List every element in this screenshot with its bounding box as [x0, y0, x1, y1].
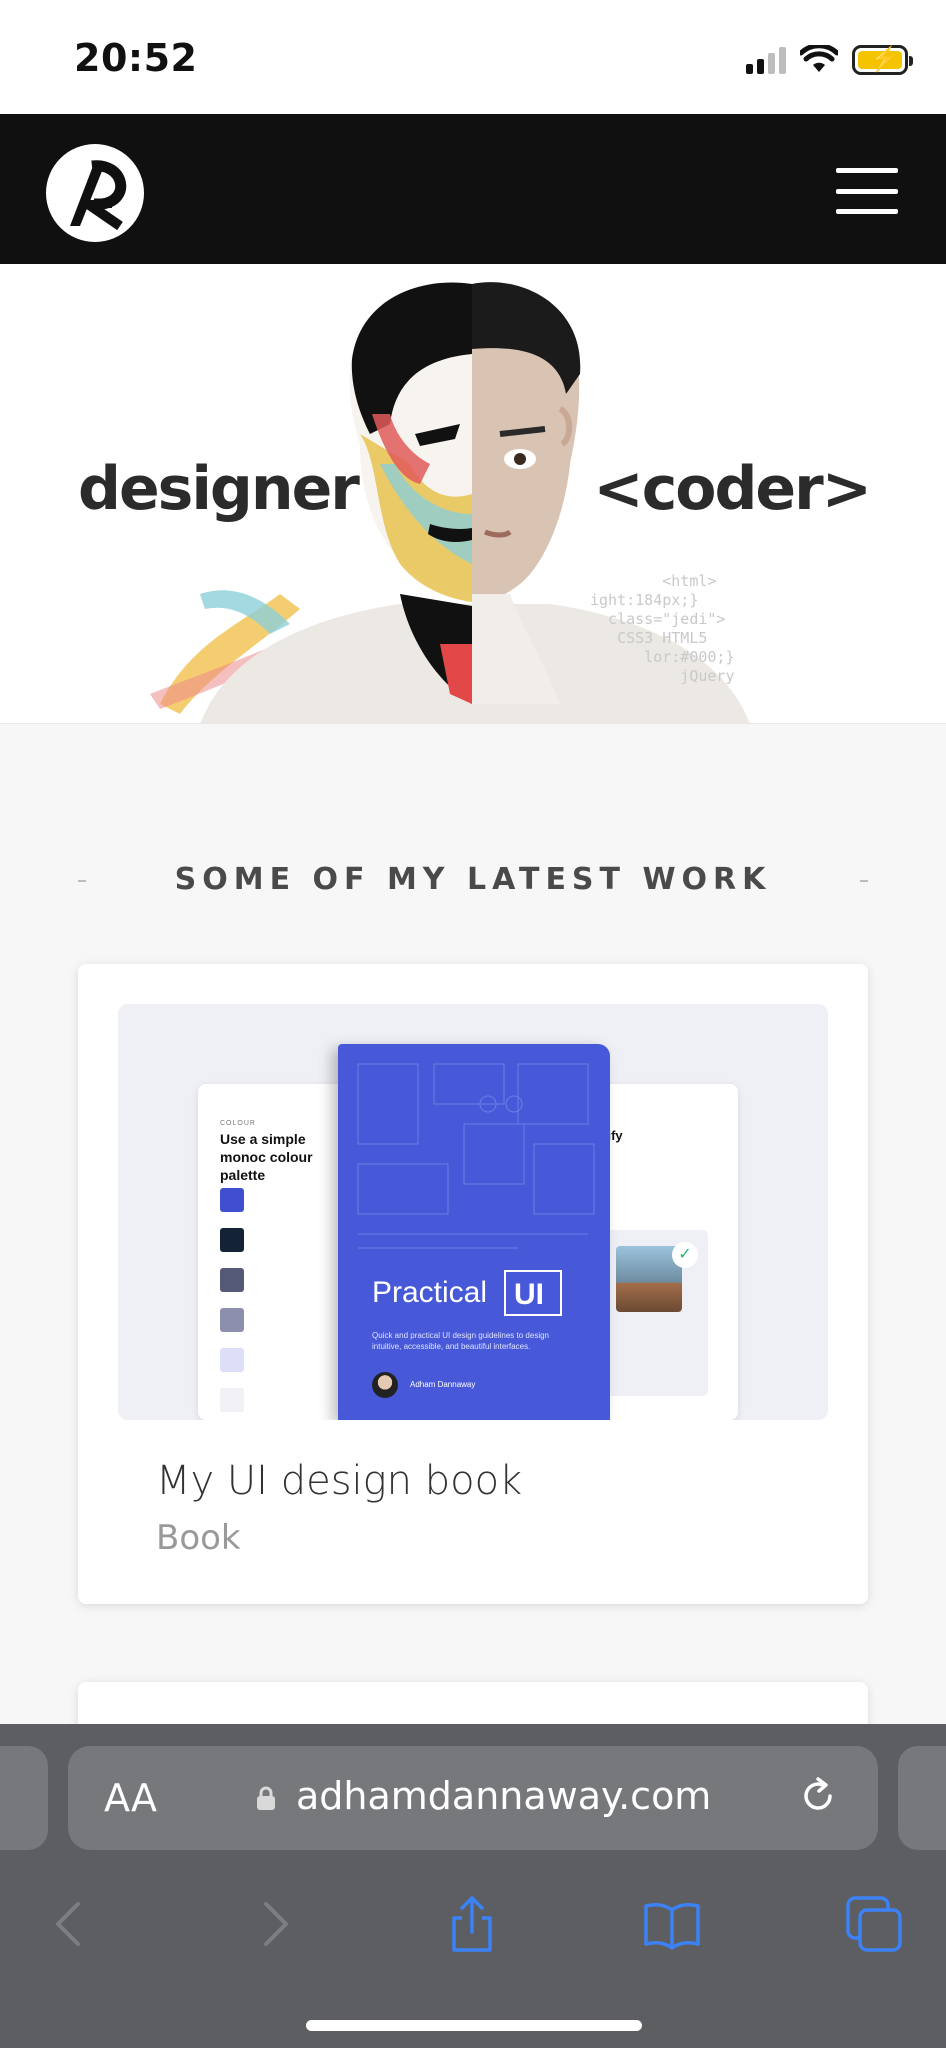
site-header	[0, 114, 946, 264]
chevron-left-icon[interactable]	[40, 1894, 100, 1954]
check-badge-icon: ✓	[672, 1242, 698, 1268]
tabs-icon[interactable]	[844, 1894, 904, 1954]
status-bar: 20:52 ⚡	[0, 0, 946, 114]
code-decoration: <html> ight:184px;} class="jedi"> CSS3 H…	[590, 572, 735, 685]
card-category: Book	[156, 1518, 241, 1558]
next-tab-preview[interactable]	[898, 1746, 946, 1850]
hero-coder-text: <coder>	[593, 454, 872, 524]
previous-tab-preview[interactable]	[0, 1746, 48, 1850]
wireframe-pattern	[357, 1063, 595, 1249]
address-bar[interactable]: AA adhamdannaway.com	[68, 1746, 878, 1850]
reload-icon[interactable]	[798, 1776, 838, 1816]
site-logo[interactable]	[46, 144, 144, 242]
book-title-practical: Practical	[372, 1276, 488, 1309]
swatch-3	[220, 1268, 244, 1292]
battery-charging-icon: ⚡	[852, 45, 913, 75]
swatch-1	[220, 1188, 244, 1212]
book-left-page: COLOUR Use a simple monoc colour palette	[198, 1084, 358, 1420]
swatch-4	[220, 1308, 244, 1332]
book-tagline: Quick and practical UI design guidelines…	[372, 1331, 549, 1351]
wifi-icon	[800, 45, 838, 72]
lock-icon	[257, 1786, 275, 1810]
text-size-label: AA	[104, 1776, 158, 1820]
book-title-ui-box: UI	[504, 1270, 562, 1316]
browser-toolbar: AA adhamdannaway.com	[0, 1724, 946, 2048]
swatch-5	[220, 1348, 244, 1372]
section-title: SOME OF MY LATEST WORK	[174, 862, 772, 897]
book-author: Adham Dannaway	[410, 1380, 476, 1389]
book-title-ui: UI	[514, 1278, 544, 1311]
right-page-card: ✓	[598, 1230, 708, 1396]
swatch-2	[220, 1228, 244, 1252]
home-indicator	[306, 2020, 642, 2031]
swatch-6	[220, 1388, 244, 1412]
card-title[interactable]: My UI design book	[156, 1458, 522, 1504]
hero-designer-text: designer	[78, 454, 360, 524]
hero-banner: <html> ight:184px;} class="jedi"> CSS3 H…	[0, 264, 946, 724]
signal-icon	[746, 46, 786, 74]
share-icon[interactable]	[442, 1894, 502, 1954]
left-page-heading: Use a simple monoc colour palette	[220, 1131, 313, 1183]
left-page-label: COLOUR	[220, 1120, 256, 1127]
bottom-toolbar	[0, 1874, 946, 1994]
url-text[interactable]: adhamdannaway.com	[296, 1774, 711, 1818]
hamburger-menu-icon[interactable]	[836, 168, 898, 214]
section-dash-right	[860, 880, 868, 882]
book-icon[interactable]	[642, 1894, 702, 1954]
author-avatar	[372, 1372, 398, 1398]
text-size-button[interactable]: AA	[104, 1776, 157, 1820]
status-icons: ⚡	[746, 42, 913, 78]
status-time: 20:52	[74, 36, 198, 80]
book-cover-image[interactable]: COLOUR Use a simple monoc colour palette…	[118, 1004, 828, 1420]
book-cover: Practical UI Quick and practical UI desi…	[338, 1044, 610, 1420]
chevron-right-icon[interactable]	[244, 1894, 304, 1954]
work-card[interactable]: COLOUR Use a simple monoc colour palette…	[78, 964, 868, 1604]
